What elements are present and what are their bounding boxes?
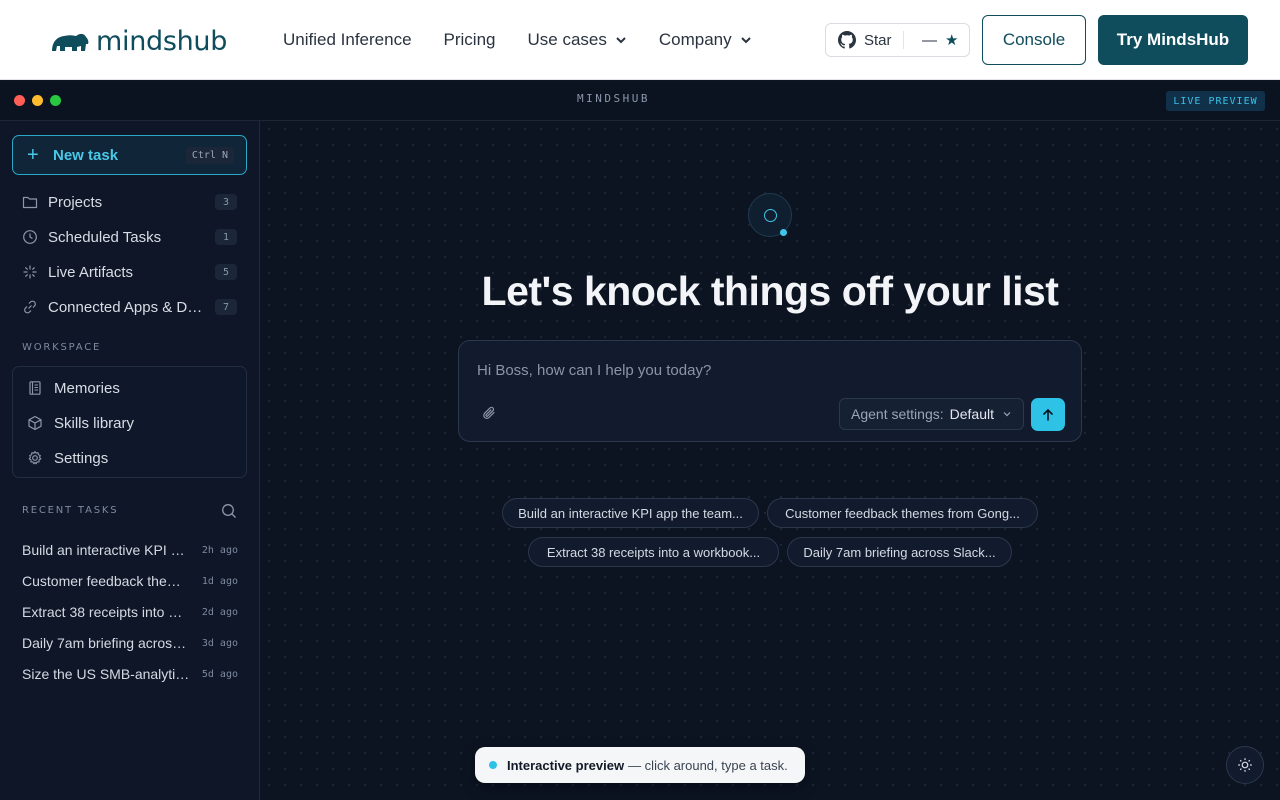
nav-company[interactable]: Company [659, 30, 752, 50]
sidebar-item-label: Scheduled Tasks [48, 228, 162, 246]
logo-text: mindshub [96, 26, 228, 57]
sidebar-item-label: Settings [54, 449, 109, 467]
plus-icon: + [27, 143, 39, 166]
sidebar-item-label: Projects [48, 193, 103, 211]
preview-toast: Interactive preview — click around, type… [475, 747, 805, 783]
recent-task-title: Build an interactive KPI app the team ca… [22, 542, 190, 558]
chevron-down-icon [740, 37, 751, 44]
recent-task-title: Extract 38 receipts into a workbook [22, 604, 190, 620]
star-icon: ★ [945, 32, 959, 49]
recent-task-time: 2h ago [201, 544, 238, 556]
sidebar-item-scheduled-tasks[interactable]: Scheduled Tasks 1 [12, 222, 247, 252]
send-button[interactable] [1031, 398, 1065, 431]
recent-task-title: Customer feedback themes from Gong calls [22, 573, 190, 589]
nav-unified-inference[interactable]: Unified Inference [283, 30, 412, 50]
toast-title: Interactive preview [507, 757, 625, 773]
new-task-button[interactable]: + New task Ctrl N [12, 135, 247, 175]
search-icon[interactable] [221, 503, 237, 519]
recent-task-title: Size the US SMB-analytics market [22, 666, 190, 682]
recent-task-item[interactable]: Daily 7am briefing across Slack and emai… [22, 631, 238, 655]
main-nav: Unified Inference Pricing Use cases Comp… [283, 0, 752, 80]
recent-task-item[interactable]: Customer feedback themes from Gong calls… [22, 569, 238, 593]
recent-task-time: 2d ago [201, 606, 238, 618]
nav-use-cases[interactable]: Use cases [528, 30, 627, 50]
github-star-label: Star [864, 31, 892, 49]
app-window-bar: MINDSHUB [0, 81, 1280, 121]
task-composer: Agent settings: Default [458, 340, 1082, 442]
task-input[interactable] [477, 359, 1057, 381]
suggestion-chip[interactable]: Extract 38 receipts into a workbook... [528, 537, 779, 567]
link-icon [24, 300, 36, 314]
sidebar-item-live-artifacts[interactable]: Live Artifacts 5 [12, 257, 247, 287]
recent-task-time: 3d ago [201, 637, 238, 649]
logo[interactable]: mindshub [50, 26, 227, 57]
count-badge: 3 [215, 194, 237, 210]
agent-status-icon [748, 193, 792, 237]
paperclip-icon[interactable] [481, 405, 497, 421]
cube-icon [28, 415, 42, 431]
workspace-section-label: WORKSPACE [22, 342, 102, 353]
sidebar-item-projects[interactable]: Projects 3 [12, 187, 247, 217]
notebook-icon [29, 381, 41, 395]
try-mindshub-button[interactable]: Try MindsHub [1098, 15, 1248, 65]
site-header: mindshub Unified Inference Pricing Use c… [0, 0, 1280, 80]
github-star-count: — [922, 31, 937, 49]
nav-pricing[interactable]: Pricing [444, 30, 496, 50]
live-dot [489, 761, 497, 769]
recent-task-time: 1d ago [201, 575, 238, 587]
arrow-up-icon [1043, 408, 1053, 421]
github-star-button[interactable]: Star — ★ [825, 23, 970, 57]
status-dot [780, 229, 787, 236]
chevron-down-icon [616, 37, 626, 44]
sparkle-icon [23, 265, 37, 279]
bear-logo-icon [52, 33, 89, 51]
sidebar-item-memories[interactable]: Memories [13, 373, 246, 403]
recent-tasks-section-label: RECENT TASKS [22, 505, 119, 516]
github-icon [838, 31, 856, 49]
sun-icon [1238, 758, 1252, 772]
nav-label: Use cases [527, 30, 607, 49]
sidebar-item-skills-library[interactable]: Skills library [13, 408, 246, 438]
agent-settings-select[interactable]: Agent settings: Default [839, 398, 1024, 430]
nav-label: Unified Inference [283, 30, 412, 49]
sidebar-item-label: Skills library [54, 414, 135, 432]
status-ring [764, 209, 777, 222]
sidebar-item-label: Live Artifacts [48, 263, 134, 281]
sidebar-item-connected-apps[interactable]: Connected Apps & Data 7 [12, 292, 247, 322]
sidebar: + New task Ctrl N Projects 3 Scheduled T… [0, 121, 260, 800]
live-preview-badge: LIVE PREVIEW [1166, 91, 1265, 111]
recent-task-item[interactable]: Extract 38 receipts into a workbook 2d a… [22, 600, 238, 624]
workspace-group: Memories Skills library Settings [12, 366, 247, 478]
recent-task-item[interactable]: Size the US SMB-analytics market 5d ago [22, 662, 238, 686]
theme-toggle-button[interactable] [1226, 746, 1264, 784]
count-badge: 5 [215, 264, 237, 280]
agent-settings-label: Agent settings: [851, 406, 944, 422]
sidebar-item-settings[interactable]: Settings [13, 443, 246, 473]
recent-task-item[interactable]: Build an interactive KPI app the team ca… [22, 538, 238, 562]
page-title: Let's knock things off your list [481, 268, 1059, 314]
recent-task-time: 5d ago [201, 668, 238, 680]
suggestion-chip[interactable]: Customer feedback themes from Gong... [767, 498, 1038, 528]
recent-task-title: Daily 7am briefing across Slack and emai… [22, 635, 190, 651]
console-button[interactable]: Console [982, 15, 1086, 65]
count-badge: 1 [215, 229, 237, 245]
suggestion-chip[interactable]: Build an interactive KPI app the team... [502, 498, 759, 528]
chevron-down-icon [1003, 412, 1011, 417]
sidebar-item-label: Connected Apps & Data [48, 298, 208, 316]
agent-settings-value: Default [949, 406, 994, 422]
suggestion-chip[interactable]: Daily 7am briefing across Slack... [787, 537, 1012, 567]
clock-icon [23, 230, 37, 244]
folder-icon [22, 196, 38, 209]
window-title: MINDSHUB [577, 92, 650, 105]
nav-label: Company [658, 30, 732, 49]
sidebar-item-label: Memories [54, 379, 120, 397]
gear-icon [28, 450, 42, 465]
nav-label: Pricing [443, 30, 496, 49]
shortcut-hint: Ctrl N [185, 147, 234, 164]
count-badge: 7 [215, 299, 237, 315]
new-task-label: New task [53, 146, 119, 164]
toast-text: — click around, type a task. [628, 757, 788, 773]
